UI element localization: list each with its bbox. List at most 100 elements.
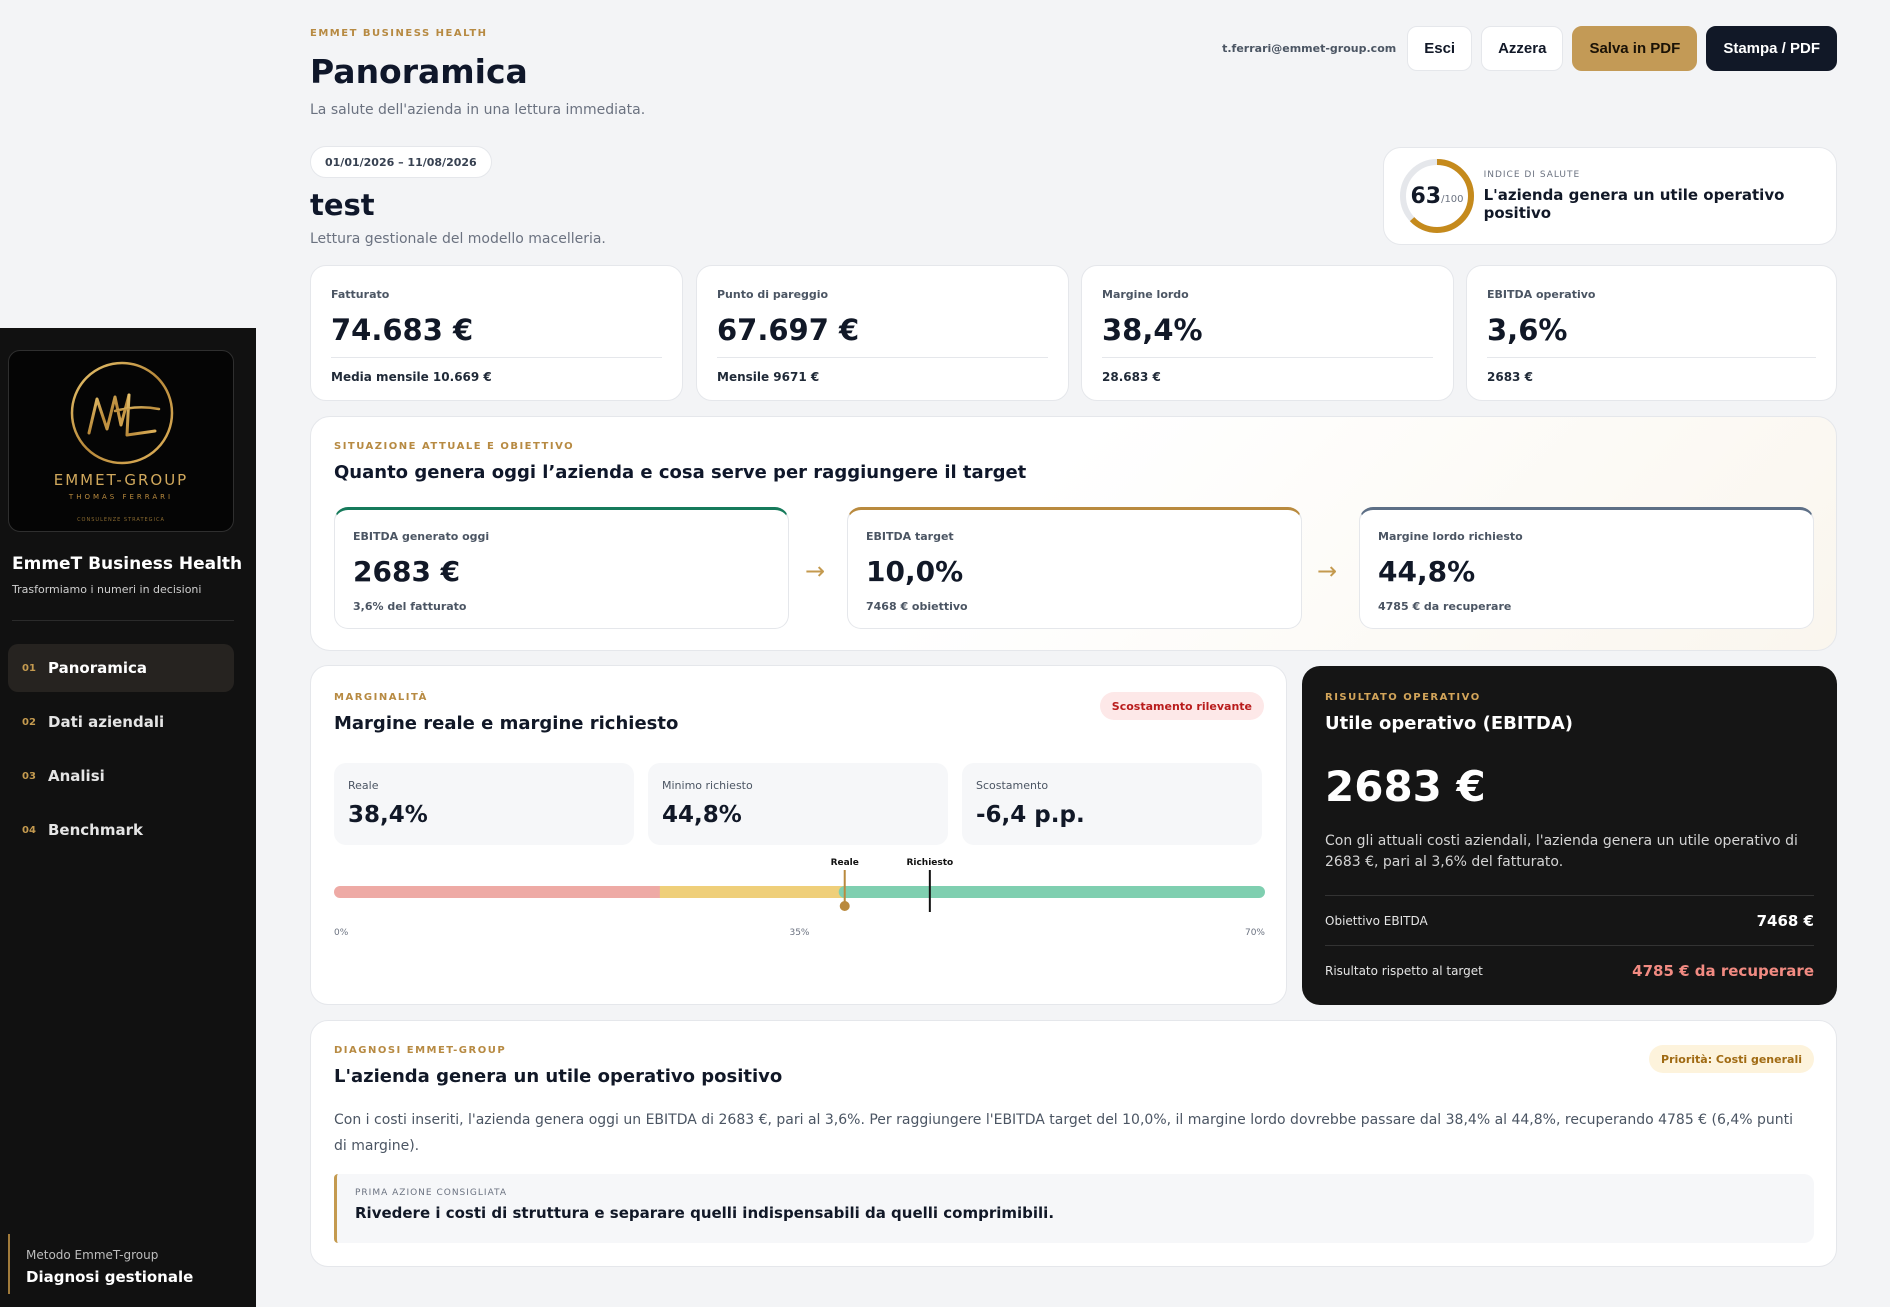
nav-item-number: 03	[22, 770, 36, 782]
diagnosis-panel: DIAGNOSI EMMET-GROUP L'azienda genera un…	[310, 1020, 1837, 1267]
scale-label-required: Richiesto	[906, 858, 953, 868]
health-score-gauge: 63 /100	[1398, 157, 1474, 235]
margin-scale-chart: Reale Richiesto 0% 35% 70%	[334, 858, 1265, 936]
scale-marker-real-dot	[839, 901, 850, 911]
situation-card-footnote: 7468 € obiettivo	[866, 600, 968, 613]
kpi-footnote: 2683 €	[1487, 370, 1533, 384]
health-score-suffix: /100	[1441, 193, 1464, 205]
situation-card-footnote: 3,6% del fatturato	[353, 600, 467, 613]
situation-eyebrow: SITUAZIONE ATTUALE E OBIETTIVO	[334, 441, 575, 452]
margin-box-value: 38,4%	[348, 802, 428, 828]
kpi-divider	[1102, 357, 1433, 358]
brand-logo: EMMET-GROUP THOMAS FERRARI CONSULENZE ST…	[8, 350, 234, 532]
brand-title: EmmeT Business Health	[12, 554, 243, 574]
marginality-panel: MARGINALITÀ Margine reale e margine rich…	[310, 665, 1287, 1005]
scale-tick-max: 70%	[1245, 928, 1265, 936]
kpi-card-punto-pareggio: Punto di pareggio 67.697 € Mensile 9671 …	[696, 265, 1069, 401]
nav-item-label: Analisi	[48, 767, 105, 785]
deviation-status-badge: Scostamento rilevante	[1099, 692, 1264, 720]
scale-zone-low	[334, 886, 666, 898]
kpi-value: 3,6%	[1487, 313, 1568, 347]
kpi-footnote: 28.683 €	[1102, 370, 1161, 384]
situation-card-ebitda-oggi: EBITDA generato oggi 2683 € 3,6% del fat…	[334, 507, 789, 629]
situation-card-footnote: 4785 € da recuperare	[1378, 600, 1512, 613]
scale-tick-mid: 35%	[789, 928, 809, 936]
health-index-message: L'azienda genera un utile operativo posi…	[1483, 186, 1785, 222]
kpi-label: Fatturato	[331, 288, 390, 301]
health-score-value: 63	[1410, 183, 1442, 209]
kpi-card-fatturato: Fatturato 74.683 € Media mensile 10.669 …	[310, 265, 683, 401]
margin-box-label: Scostamento	[976, 779, 1049, 792]
ebitda-row-label: Obiettivo EBITDA	[1325, 913, 1428, 928]
save-pdf-button[interactable]: Salva in PDF	[1572, 26, 1698, 71]
sidebar: EMMET-GROUP THOMAS FERRARI CONSULENZE ST…	[0, 328, 256, 1307]
scale-label-real: Reale	[831, 858, 859, 868]
margin-box-reale: Reale 38,4%	[334, 763, 634, 845]
page-title: Panoramica	[310, 52, 528, 91]
scale-zone-good	[838, 886, 1265, 898]
company-subtitle: Lettura gestionale del modello macelleri…	[310, 231, 606, 247]
kpi-label: Punto di pareggio	[717, 288, 829, 301]
kpi-divider	[331, 357, 662, 358]
logo-name: EMMET-GROUP	[53, 471, 189, 489]
kpi-value: 38,4%	[1102, 313, 1203, 347]
recommended-action-text: Rivedere i costi di struttura e separare…	[355, 1204, 1055, 1222]
situation-card-ebitda-target: EBITDA target 10,0% 7468 € obiettivo	[847, 507, 1302, 629]
page-subtitle: La salute dell'azienda in una lettura im…	[310, 102, 646, 118]
nav-item-label: Dati aziendali	[48, 713, 165, 731]
logo-tagline: THOMAS FERRARI	[68, 493, 174, 501]
period-badge: 01/01/2026 – 11/08/2026	[310, 146, 492, 178]
kpi-divider	[1487, 357, 1816, 358]
header-eyebrow: EMMET BUSINESS HEALTH	[310, 28, 488, 39]
nav-item-label: Benchmark	[48, 821, 143, 839]
scale-zone-medium	[659, 886, 845, 898]
arrow-right-icon: →	[1317, 557, 1338, 585]
sidebar-footer-method: Metodo EmmeT-group	[26, 1248, 159, 1262]
nav-item-number: 01	[22, 662, 36, 674]
sidebar-divider	[12, 620, 234, 621]
priority-badge: Priorità: Costi generali	[1649, 1045, 1814, 1073]
kpi-card-ebitda: EBITDA operativo 3,6% 2683 €	[1466, 265, 1837, 401]
ebitda-row-label: Risultato rispetto al target	[1325, 963, 1483, 978]
situation-panel: SITUAZIONE ATTUALE E OBIETTIVO Quanto ge…	[310, 416, 1837, 651]
situation-title: Quanto genera oggi l’azienda e cosa serv…	[334, 462, 1027, 483]
print-pdf-button[interactable]: Stampa / PDF	[1706, 26, 1837, 71]
nav-item-dati-aziendali[interactable]: 02 Dati aziendali	[8, 698, 234, 746]
diagnosis-text: Con i costi inseriti, l'azienda genera o…	[334, 1112, 1794, 1154]
nav-item-benchmark[interactable]: 04 Benchmark	[8, 806, 234, 854]
logout-button[interactable]: Esci	[1407, 26, 1473, 71]
situation-card-margine-richiesto: Margine lordo richiesto 44,8% 4785 € da …	[1359, 507, 1814, 629]
sidebar-footer-title: Diagnosi gestionale	[26, 1268, 194, 1286]
ebitda-value: 2683 €	[1325, 762, 1486, 811]
nav-item-label: Panoramica	[48, 659, 148, 677]
logo-emblem-icon	[70, 361, 174, 465]
kpi-value: 74.683 €	[331, 313, 474, 347]
nav-item-analisi[interactable]: 03 Analisi	[8, 752, 234, 800]
ebitda-title: Utile operativo (EBITDA)	[1325, 713, 1573, 734]
diagnosis-eyebrow: DIAGNOSI EMMET-GROUP	[334, 1045, 507, 1056]
kpi-footnote: Media mensile 10.669 €	[331, 370, 492, 384]
ebitda-row-value: 7468 €	[1756, 911, 1814, 930]
arrow-right-icon: →	[805, 557, 826, 585]
situation-card-value: 10,0%	[866, 555, 964, 588]
nav-item-panoramica[interactable]: 01 Panoramica	[8, 644, 234, 692]
margin-box-value: 44,8%	[662, 802, 742, 828]
kpi-footnote: Mensile 9671 €	[717, 370, 820, 384]
situation-card-label: Margine lordo richiesto	[1378, 530, 1523, 543]
logo-micro: CONSULENZE STRATEGICA	[77, 517, 165, 523]
reset-button[interactable]: Azzera	[1481, 26, 1564, 71]
margin-box-label: Minimo richiesto	[662, 779, 753, 792]
kpi-card-margine-lordo: Margine lordo 38,4% 28.683 €	[1081, 265, 1454, 401]
ebitda-row-value: 4785 € da recuperare	[1632, 961, 1814, 980]
ebitda-eyebrow: RISULTATO OPERATIVO	[1325, 692, 1481, 703]
kpi-value: 67.697 €	[717, 313, 860, 347]
situation-card-value: 44,8%	[1378, 555, 1476, 588]
situation-card-label: EBITDA target	[866, 530, 954, 543]
kpi-label: Margine lordo	[1102, 288, 1189, 301]
ebitda-result-card: RISULTATO OPERATIVO Utile operativo (EBI…	[1302, 666, 1837, 1005]
nav-item-number: 02	[22, 716, 36, 728]
margin-box-minimo: Minimo richiesto 44,8%	[648, 763, 948, 845]
ebitda-gap-row: Risultato rispetto al target 4785 € da r…	[1325, 945, 1814, 995]
company-name: test	[310, 188, 375, 222]
diagnosis-title: L'azienda genera un utile operativo posi…	[334, 1066, 783, 1087]
